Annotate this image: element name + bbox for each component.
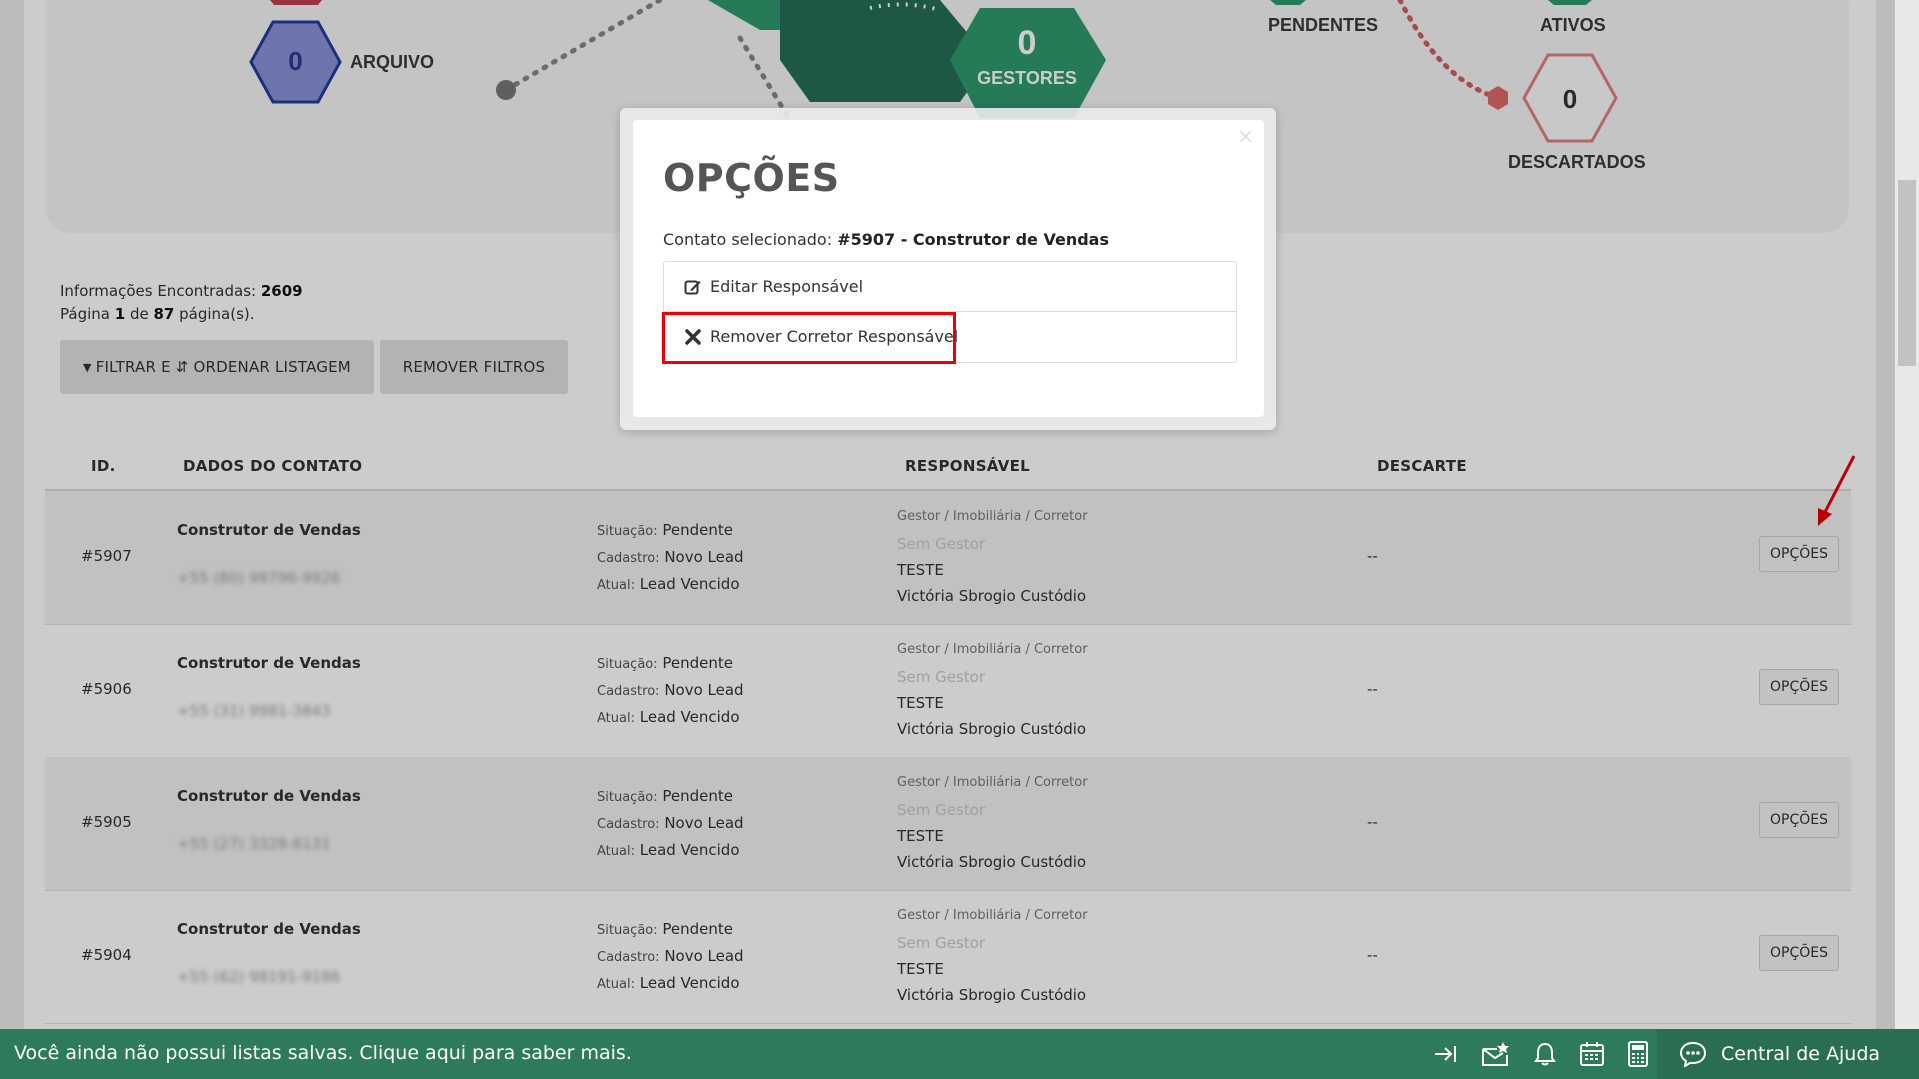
chat-icon xyxy=(1679,1041,1707,1067)
help-center-label: Central de Ajuda xyxy=(1721,1043,1881,1065)
edit-responsible-label: Editar Responsável xyxy=(710,277,864,296)
scrollbar[interactable] xyxy=(1895,0,1919,1029)
options-list: Editar Responsável Remover Corretor Resp… xyxy=(662,261,1237,364)
help-center-button[interactable]: Central de Ajuda xyxy=(1657,1029,1919,1079)
calendar-icon[interactable] xyxy=(1579,1041,1605,1067)
edit-responsible-option[interactable]: Editar Responsável xyxy=(664,262,1236,312)
mail-star-icon[interactable] xyxy=(1481,1041,1511,1067)
collapse-right-icon[interactable] xyxy=(1433,1041,1459,1067)
selected-contact-label: Contato selecionado: xyxy=(663,230,833,249)
selected-contact-value: #5907 - Construtor de Vendas xyxy=(837,230,1109,249)
bell-icon[interactable] xyxy=(1533,1041,1557,1067)
saved-lists-message[interactable]: Você ainda não possui listas salvas. Cli… xyxy=(14,1042,632,1064)
options-modal: × OPÇÕES Contato selecionado: #5907 - Co… xyxy=(633,120,1264,417)
bottom-toolbar xyxy=(1433,1041,1649,1067)
calculator-icon[interactable] xyxy=(1627,1041,1649,1067)
edit-icon xyxy=(682,278,704,296)
bottom-bar: Você ainda não possui listas salvas. Cli… xyxy=(0,1029,1919,1079)
close-icon[interactable]: × xyxy=(1237,124,1254,148)
scrollbar-thumb[interactable] xyxy=(1898,180,1916,366)
selected-contact: Contato selecionado: #5907 - Construtor … xyxy=(663,230,1109,249)
modal-title: OPÇÕES xyxy=(663,156,840,200)
annotation-highlight-box xyxy=(662,312,956,364)
